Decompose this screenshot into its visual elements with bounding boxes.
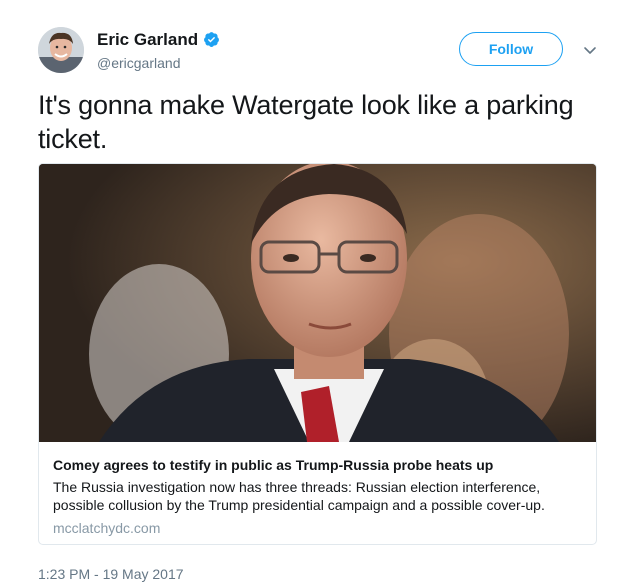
- chevron-down-icon[interactable]: [580, 40, 600, 60]
- news-photo: [39, 164, 596, 442]
- card-domain: mcclatchydc.com: [53, 520, 161, 536]
- tweet-text: It's gonna make Watergate look like a pa…: [38, 90, 574, 154]
- author-handle[interactable]: @ericgarland: [97, 55, 180, 71]
- avatar-photo: [38, 27, 84, 73]
- card-title[interactable]: Comey agrees to testify in public as Tru…: [53, 457, 493, 473]
- follow-button[interactable]: Follow: [459, 32, 563, 66]
- link-card[interactable]: Comey agrees to testify in public as Tru…: [38, 163, 597, 545]
- card-image[interactable]: [39, 164, 596, 442]
- card-description: The Russia investigation now has three t…: [53, 479, 545, 513]
- verified-badge-icon: [204, 32, 219, 47]
- avatar[interactable]: [38, 27, 84, 73]
- tweet-timestamp[interactable]: 1:23 PM - 19 May 2017: [38, 566, 184, 582]
- author-name[interactable]: Eric Garland: [97, 30, 198, 50]
- tweet: Eric Garland @ericgarland Follow It's go…: [0, 0, 629, 587]
